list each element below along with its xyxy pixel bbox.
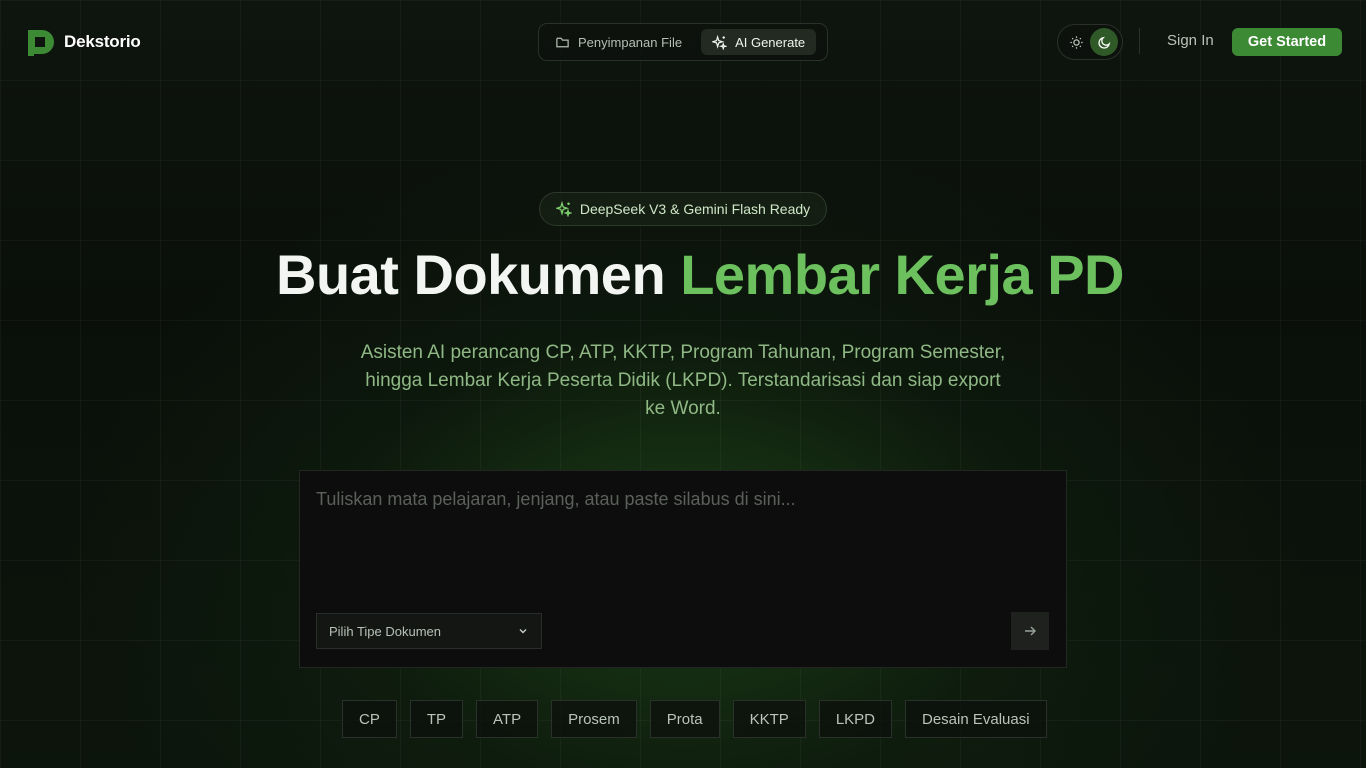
- chip-prota[interactable]: Prota: [649, 700, 720, 738]
- top-navbar: Dekstorio Penyimpanan File AI Generate S…: [0, 0, 1366, 84]
- document-type-select[interactable]: Pilih Tipe Dokumen: [316, 613, 542, 649]
- arrow-right-icon: [1025, 626, 1036, 636]
- chip-cp[interactable]: CP: [342, 700, 397, 738]
- chip-kktp[interactable]: KKTP: [732, 700, 806, 738]
- nav-item-file-storage[interactable]: Penyimpanan File: [544, 29, 693, 55]
- sparkles-icon: [555, 201, 572, 217]
- folder-icon: [556, 37, 569, 47]
- chip-desain-evaluasi[interactable]: Desain Evaluasi: [905, 700, 1047, 738]
- submit-button[interactable]: [1011, 612, 1049, 650]
- nav-item-label: AI Generate: [735, 34, 806, 50]
- hero-title: Buat Dokumen Lembar Kerja PD: [0, 242, 1366, 307]
- theme-toggle: [1057, 24, 1123, 60]
- chevron-down-icon: [519, 629, 527, 634]
- chip-prosem[interactable]: Prosem: [551, 700, 637, 738]
- hero-title-accent: Lembar Kerja PD: [680, 243, 1124, 306]
- light-mode-button[interactable]: [1062, 28, 1090, 56]
- document-type-select-label: Pilih Tipe Dokumen: [329, 623, 441, 639]
- nav-item-label: Penyimpanan File: [578, 34, 683, 50]
- chip-tp[interactable]: TP: [409, 700, 464, 738]
- sign-in-link[interactable]: Sign In: [1167, 32, 1214, 49]
- moon-icon: [1097, 36, 1110, 49]
- header-divider: [1139, 28, 1140, 54]
- hero-title-main: Buat Dokumen: [276, 243, 681, 306]
- chip-atp[interactable]: ATP: [476, 700, 539, 738]
- model-badge: DeepSeek V3 & Gemini Flash Ready: [539, 192, 827, 226]
- dark-mode-button[interactable]: [1090, 28, 1118, 56]
- dekstorio-logo-icon: [28, 30, 54, 56]
- sparkles-icon: [712, 34, 728, 50]
- document-type-chips: CP TP ATP Prosem Prota KKTP LKPD Desain …: [342, 700, 1047, 738]
- brand[interactable]: Dekstorio: [24, 26, 141, 58]
- prompt-box: Pilih Tipe Dokumen: [299, 470, 1067, 668]
- brand-name: Dekstorio: [64, 32, 141, 51]
- hero-subtitle: Asisten AI perancang CP, ATP, KKTP, Prog…: [360, 342, 1006, 419]
- nav-item-ai-generate[interactable]: AI Generate: [701, 29, 817, 55]
- chip-lkpd[interactable]: LKPD: [818, 700, 892, 738]
- main-nav: Penyimpanan File AI Generate: [538, 23, 828, 61]
- prompt-input[interactable]: [316, 489, 1046, 569]
- get-started-button[interactable]: Get Started: [1232, 28, 1342, 56]
- sun-icon: [1069, 35, 1083, 49]
- badge-text: DeepSeek V3 & Gemini Flash Ready: [579, 201, 811, 217]
